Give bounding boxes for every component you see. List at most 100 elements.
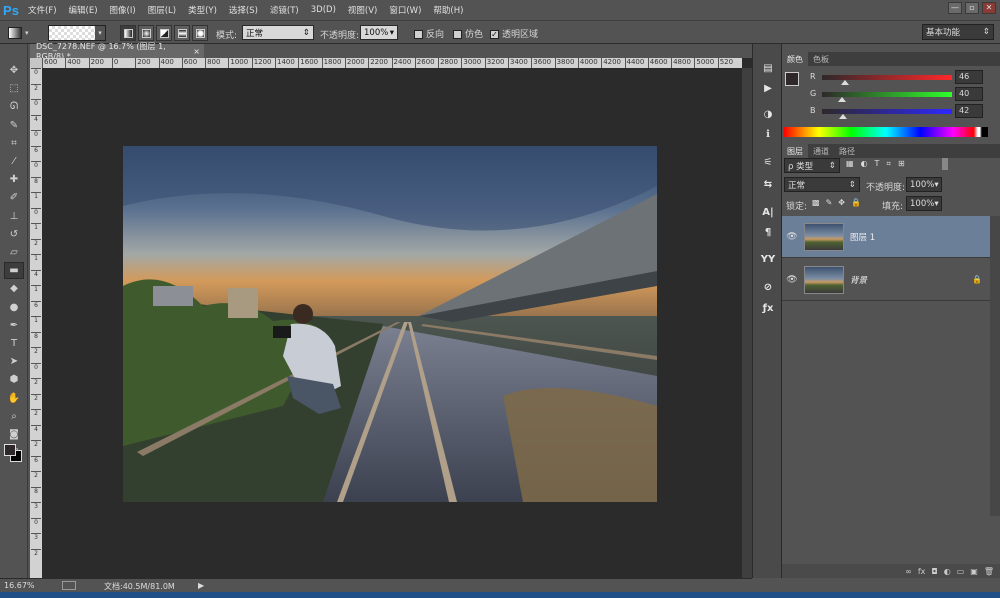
reverse-checkbox[interactable]: 反向 <box>414 27 444 40</box>
tab-swatches[interactable]: 色板 <box>808 52 834 66</box>
lock-transparent-icon[interactable]: ▩ <box>812 198 820 207</box>
gradient-picker[interactable]: ▾ <box>48 25 106 41</box>
pixel-filter-icon[interactable]: ▦ <box>846 159 854 169</box>
dither-checkbox[interactable]: 仿色 <box>453 27 483 40</box>
lock-position-icon[interactable]: ✥ <box>838 198 845 207</box>
eyedropper-tool-icon[interactable]: ⁄ <box>4 153 24 170</box>
layer-style-icon[interactable]: fx <box>918 567 926 576</box>
toolbar-foreground-swatch[interactable] <box>4 444 16 456</box>
menu-view[interactable]: 视图(V) <box>342 4 383 16</box>
menu-window[interactable]: 窗口(W) <box>383 4 427 16</box>
move-tool-icon[interactable]: ✥ <box>4 62 24 79</box>
layer-blend-mode-select[interactable]: 正常 ⇕ <box>784 177 860 192</box>
eraser-tool-icon[interactable]: ▱ <box>4 244 24 261</box>
type-filter-icon[interactable]: T <box>875 159 880 169</box>
hand-tool-icon[interactable]: ✋ <box>4 390 24 407</box>
angle-gradient-button[interactable] <box>156 25 172 41</box>
layer-mask-icon[interactable]: ◘ <box>931 567 937 576</box>
new-group-icon[interactable]: ▭ <box>957 567 965 576</box>
menu-select[interactable]: 选择(S) <box>223 4 264 16</box>
history-brush-tool-icon[interactable]: ↺ <box>4 226 24 243</box>
ruler-origin[interactable] <box>30 58 42 68</box>
layers-scrollbar[interactable] <box>990 216 1000 516</box>
character-panel-icon[interactable]: A| <box>759 204 777 220</box>
menu-image[interactable]: 图像(I) <box>104 4 142 16</box>
visibility-eye-icon[interactable]: 👁 <box>782 232 802 242</box>
linear-gradient-button[interactable] <box>120 25 136 41</box>
adjustment-layer-icon[interactable]: ◐ <box>944 567 951 576</box>
shape-filter-icon[interactable]: ⌗ <box>886 159 891 169</box>
green-slider-thumb[interactable] <box>838 97 847 102</box>
healing-brush-tool-icon[interactable]: ✚ <box>4 171 24 188</box>
transparency-check-box[interactable]: ✓ <box>490 30 499 39</box>
menu-3d[interactable]: 3D(D) <box>305 5 342 15</box>
reflected-gradient-button[interactable] <box>174 25 190 41</box>
layer-name[interactable]: 背景 <box>850 274 867 286</box>
history-panel-icon[interactable]: ▤ <box>759 60 777 76</box>
menu-file[interactable]: 文件(F) <box>22 4 63 16</box>
layer-filter-select[interactable]: ρ 类型 ⇕ <box>784 158 840 173</box>
tab-layers[interactable]: 图层 <box>782 144 808 158</box>
close-icon[interactable]: × <box>193 47 204 56</box>
reverse-check-box[interactable] <box>414 30 423 39</box>
quick-mask-icon[interactable]: ◙ <box>4 426 24 443</box>
marquee-tool-icon[interactable]: ⬚ <box>4 80 24 97</box>
adjustments-panel-icon[interactable]: ◑ <box>759 106 777 122</box>
clone-stamp-tool-icon[interactable]: ⊥ <box>4 208 24 225</box>
red-value-input[interactable]: 46 <box>955 70 983 84</box>
info-panel-icon[interactable]: ℹ <box>759 126 777 142</box>
opacity-input[interactable]: 100% ▾ <box>360 25 398 40</box>
diamond-gradient-button[interactable] <box>192 25 208 41</box>
paragraph-panel-icon[interactable]: ¶ <box>759 224 777 240</box>
ruler-top[interactable]: 600 400 200 0 200 400 600 800 1000 1200 1400 1600 18… <box>42 58 742 68</box>
clone-source-icon[interactable]: ⊘ <box>759 279 777 295</box>
link-layers-icon[interactable]: ∞ <box>905 567 912 576</box>
layer-name[interactable]: 图层 1 <box>850 231 875 243</box>
dodge-tool-icon[interactable]: ● <box>4 299 24 316</box>
document-tab[interactable]: DSC_7278.NEF @ 16.7% (图层 1, RGB/8) * × <box>30 42 204 61</box>
status-preview-icon[interactable] <box>62 581 76 590</box>
tool-presets-icon[interactable]: ƒx <box>759 300 777 316</box>
ruler-left[interactable]: 0 2 0 4 0 6 0 8 1 0 1 2 1 4 1 6 1 8 2 0 2 2 2 4 2 6 2 8 3 0 3 2 <box>30 68 42 578</box>
color-spectrum-bar[interactable] <box>784 127 988 137</box>
menu-type[interactable]: 类型(Y) <box>182 4 223 16</box>
maximize-button[interactable]: ▫ <box>965 2 979 14</box>
lock-all-icon[interactable]: 🔒 <box>851 198 861 207</box>
blur-tool-icon[interactable]: ◆ <box>4 280 24 297</box>
layer-row[interactable]: 👁 背景 🔒 <box>782 259 990 301</box>
brush-presets-icon[interactable]: ⚟ <box>759 154 777 170</box>
layer-row[interactable]: 👁 图层 1 <box>782 216 990 258</box>
photo-canvas[interactable] <box>123 146 657 502</box>
close-button[interactable]: ✕ <box>982 2 996 14</box>
brush-panel-icon[interactable]: ⇆ <box>759 176 777 192</box>
shape-tool-icon[interactable]: ⬢ <box>4 371 24 388</box>
menu-help[interactable]: 帮助(H) <box>427 4 469 16</box>
green-value-input[interactable]: 40 <box>955 87 983 101</box>
fill-input[interactable]: 100% ▾ <box>906 196 942 211</box>
type-tool-icon[interactable]: T <box>4 335 24 352</box>
pen-tool-icon[interactable]: ✒ <box>4 317 24 334</box>
red-slider-thumb[interactable] <box>841 80 850 85</box>
visibility-eye-icon[interactable]: 👁 <box>782 275 802 285</box>
menu-edit[interactable]: 编辑(E) <box>63 4 104 16</box>
delete-layer-icon[interactable]: 🗑 <box>984 567 994 576</box>
layer-opacity-input[interactable]: 100% ▾ <box>906 177 942 192</box>
gradient-tool-icon[interactable]: ▬ <box>4 262 24 280</box>
dither-check-box[interactable] <box>453 30 462 39</box>
menu-filter[interactable]: 滤镜(T) <box>264 4 305 16</box>
tool-preset-picker[interactable]: ▾ <box>8 25 38 41</box>
zoom-level[interactable]: 16.67% <box>4 581 35 590</box>
quick-select-tool-icon[interactable]: ✎ <box>4 117 24 134</box>
crop-tool-icon[interactable]: ⌗ <box>4 135 24 152</box>
smart-object-filter-icon[interactable]: ⊞ <box>898 159 905 169</box>
minimize-button[interactable]: — <box>948 2 962 14</box>
filter-toggle[interactable] <box>942 158 948 170</box>
transparency-checkbox[interactable]: ✓ 透明区域 <box>490 27 538 40</box>
actions-panel-icon[interactable]: ▶ <box>759 80 777 96</box>
brush-tool-icon[interactable]: ✐ <box>4 189 24 206</box>
blue-slider-thumb[interactable] <box>839 114 848 119</box>
zoom-tool-icon[interactable]: ⌕ <box>4 408 24 425</box>
menu-layer[interactable]: 图层(L) <box>142 4 182 16</box>
radial-gradient-button[interactable] <box>138 25 154 41</box>
blend-mode-select[interactable]: 正常 ⇕ <box>242 25 314 40</box>
